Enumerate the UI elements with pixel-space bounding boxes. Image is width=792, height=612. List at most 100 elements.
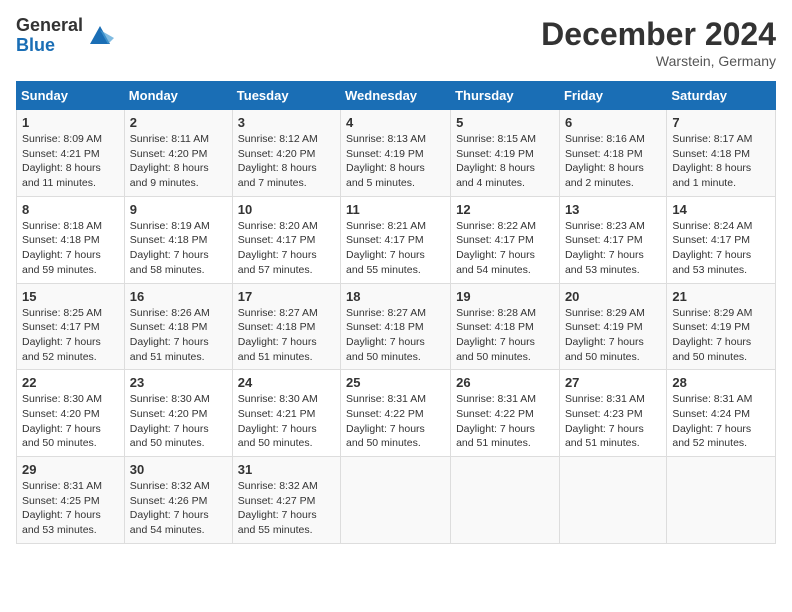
day-info: Sunrise: 8:17 AMSunset: 4:18 PMDaylight:… <box>672 133 752 189</box>
day-number: 29 <box>22 462 119 477</box>
day-number: 3 <box>238 115 335 130</box>
logo: General Blue <box>16 16 114 56</box>
day-cell: 1 Sunrise: 8:09 AMSunset: 4:21 PMDayligh… <box>17 110 125 197</box>
day-number: 23 <box>130 375 227 390</box>
day-number: 2 <box>130 115 227 130</box>
day-number: 20 <box>565 289 661 304</box>
week-row-4: 22 Sunrise: 8:30 AMSunset: 4:20 PMDaylig… <box>17 370 776 457</box>
day-number: 6 <box>565 115 661 130</box>
day-cell: 8 Sunrise: 8:18 AMSunset: 4:18 PMDayligh… <box>17 196 125 283</box>
week-row-1: 1 Sunrise: 8:09 AMSunset: 4:21 PMDayligh… <box>17 110 776 197</box>
day-cell: 24 Sunrise: 8:30 AMSunset: 4:21 PMDaylig… <box>232 370 340 457</box>
day-number: 8 <box>22 202 119 217</box>
day-cell <box>559 457 666 544</box>
week-row-3: 15 Sunrise: 8:25 AMSunset: 4:17 PMDaylig… <box>17 283 776 370</box>
weekday-header-tuesday: Tuesday <box>232 82 340 110</box>
week-row-5: 29 Sunrise: 8:31 AMSunset: 4:25 PMDaylig… <box>17 457 776 544</box>
day-cell: 3 Sunrise: 8:12 AMSunset: 4:20 PMDayligh… <box>232 110 340 197</box>
day-info: Sunrise: 8:09 AMSunset: 4:21 PMDaylight:… <box>22 133 102 189</box>
day-info: Sunrise: 8:24 AMSunset: 4:17 PMDaylight:… <box>672 220 752 276</box>
day-info: Sunrise: 8:30 AMSunset: 4:20 PMDaylight:… <box>22 393 102 449</box>
title-area: December 2024 Warstein, Germany <box>541 16 776 69</box>
day-info: Sunrise: 8:31 AMSunset: 4:25 PMDaylight:… <box>22 480 102 536</box>
weekday-header-sunday: Sunday <box>17 82 125 110</box>
day-info: Sunrise: 8:20 AMSunset: 4:17 PMDaylight:… <box>238 220 318 276</box>
day-cell: 4 Sunrise: 8:13 AMSunset: 4:19 PMDayligh… <box>341 110 451 197</box>
month-title: December 2024 <box>541 16 776 53</box>
day-number: 27 <box>565 375 661 390</box>
location: Warstein, Germany <box>541 53 776 69</box>
day-cell: 15 Sunrise: 8:25 AMSunset: 4:17 PMDaylig… <box>17 283 125 370</box>
day-info: Sunrise: 8:15 AMSunset: 4:19 PMDaylight:… <box>456 133 536 189</box>
day-cell: 14 Sunrise: 8:24 AMSunset: 4:17 PMDaylig… <box>667 196 776 283</box>
day-number: 10 <box>238 202 335 217</box>
day-info: Sunrise: 8:25 AMSunset: 4:17 PMDaylight:… <box>22 307 102 363</box>
day-number: 26 <box>456 375 554 390</box>
day-info: Sunrise: 8:30 AMSunset: 4:21 PMDaylight:… <box>238 393 318 449</box>
weekday-header-thursday: Thursday <box>451 82 560 110</box>
day-info: Sunrise: 8:30 AMSunset: 4:20 PMDaylight:… <box>130 393 210 449</box>
day-cell: 16 Sunrise: 8:26 AMSunset: 4:18 PMDaylig… <box>124 283 232 370</box>
day-info: Sunrise: 8:29 AMSunset: 4:19 PMDaylight:… <box>672 307 752 363</box>
day-info: Sunrise: 8:22 AMSunset: 4:17 PMDaylight:… <box>456 220 536 276</box>
day-number: 28 <box>672 375 770 390</box>
day-cell: 25 Sunrise: 8:31 AMSunset: 4:22 PMDaylig… <box>341 370 451 457</box>
day-number: 12 <box>456 202 554 217</box>
day-info: Sunrise: 8:21 AMSunset: 4:17 PMDaylight:… <box>346 220 426 276</box>
day-number: 24 <box>238 375 335 390</box>
logo-icon <box>86 22 114 50</box>
day-info: Sunrise: 8:31 AMSunset: 4:24 PMDaylight:… <box>672 393 752 449</box>
day-cell: 10 Sunrise: 8:20 AMSunset: 4:17 PMDaylig… <box>232 196 340 283</box>
day-info: Sunrise: 8:28 AMSunset: 4:18 PMDaylight:… <box>456 307 536 363</box>
day-number: 31 <box>238 462 335 477</box>
day-info: Sunrise: 8:18 AMSunset: 4:18 PMDaylight:… <box>22 220 102 276</box>
day-number: 1 <box>22 115 119 130</box>
calendar-table: SundayMondayTuesdayWednesdayThursdayFrid… <box>16 81 776 544</box>
day-info: Sunrise: 8:11 AMSunset: 4:20 PMDaylight:… <box>130 133 209 189</box>
day-cell: 12 Sunrise: 8:22 AMSunset: 4:17 PMDaylig… <box>451 196 560 283</box>
day-info: Sunrise: 8:12 AMSunset: 4:20 PMDaylight:… <box>238 133 318 189</box>
day-cell: 18 Sunrise: 8:27 AMSunset: 4:18 PMDaylig… <box>341 283 451 370</box>
day-cell: 5 Sunrise: 8:15 AMSunset: 4:19 PMDayligh… <box>451 110 560 197</box>
weekday-header-friday: Friday <box>559 82 666 110</box>
day-number: 7 <box>672 115 770 130</box>
day-number: 25 <box>346 375 445 390</box>
day-cell <box>667 457 776 544</box>
day-info: Sunrise: 8:29 AMSunset: 4:19 PMDaylight:… <box>565 307 645 363</box>
day-cell: 6 Sunrise: 8:16 AMSunset: 4:18 PMDayligh… <box>559 110 666 197</box>
day-cell: 26 Sunrise: 8:31 AMSunset: 4:22 PMDaylig… <box>451 370 560 457</box>
day-info: Sunrise: 8:31 AMSunset: 4:23 PMDaylight:… <box>565 393 645 449</box>
day-number: 22 <box>22 375 119 390</box>
day-number: 18 <box>346 289 445 304</box>
day-number: 17 <box>238 289 335 304</box>
day-cell <box>341 457 451 544</box>
day-number: 21 <box>672 289 770 304</box>
day-cell: 20 Sunrise: 8:29 AMSunset: 4:19 PMDaylig… <box>559 283 666 370</box>
day-cell: 13 Sunrise: 8:23 AMSunset: 4:17 PMDaylig… <box>559 196 666 283</box>
logo-blue: Blue <box>16 35 55 55</box>
day-info: Sunrise: 8:23 AMSunset: 4:17 PMDaylight:… <box>565 220 645 276</box>
day-cell <box>451 457 560 544</box>
weekday-header-saturday: Saturday <box>667 82 776 110</box>
day-number: 11 <box>346 202 445 217</box>
weekday-header-wednesday: Wednesday <box>341 82 451 110</box>
day-cell: 19 Sunrise: 8:28 AMSunset: 4:18 PMDaylig… <box>451 283 560 370</box>
day-info: Sunrise: 8:31 AMSunset: 4:22 PMDaylight:… <box>346 393 426 449</box>
day-cell: 2 Sunrise: 8:11 AMSunset: 4:20 PMDayligh… <box>124 110 232 197</box>
day-number: 9 <box>130 202 227 217</box>
day-cell: 21 Sunrise: 8:29 AMSunset: 4:19 PMDaylig… <box>667 283 776 370</box>
day-cell: 17 Sunrise: 8:27 AMSunset: 4:18 PMDaylig… <box>232 283 340 370</box>
day-info: Sunrise: 8:19 AMSunset: 4:18 PMDaylight:… <box>130 220 210 276</box>
day-number: 5 <box>456 115 554 130</box>
day-info: Sunrise: 8:13 AMSunset: 4:19 PMDaylight:… <box>346 133 426 189</box>
day-number: 14 <box>672 202 770 217</box>
day-info: Sunrise: 8:32 AMSunset: 4:27 PMDaylight:… <box>238 480 318 536</box>
day-cell: 7 Sunrise: 8:17 AMSunset: 4:18 PMDayligh… <box>667 110 776 197</box>
week-row-2: 8 Sunrise: 8:18 AMSunset: 4:18 PMDayligh… <box>17 196 776 283</box>
day-number: 30 <box>130 462 227 477</box>
day-cell: 29 Sunrise: 8:31 AMSunset: 4:25 PMDaylig… <box>17 457 125 544</box>
day-number: 16 <box>130 289 227 304</box>
day-info: Sunrise: 8:32 AMSunset: 4:26 PMDaylight:… <box>130 480 210 536</box>
day-info: Sunrise: 8:16 AMSunset: 4:18 PMDaylight:… <box>565 133 645 189</box>
logo-general: General <box>16 15 83 35</box>
